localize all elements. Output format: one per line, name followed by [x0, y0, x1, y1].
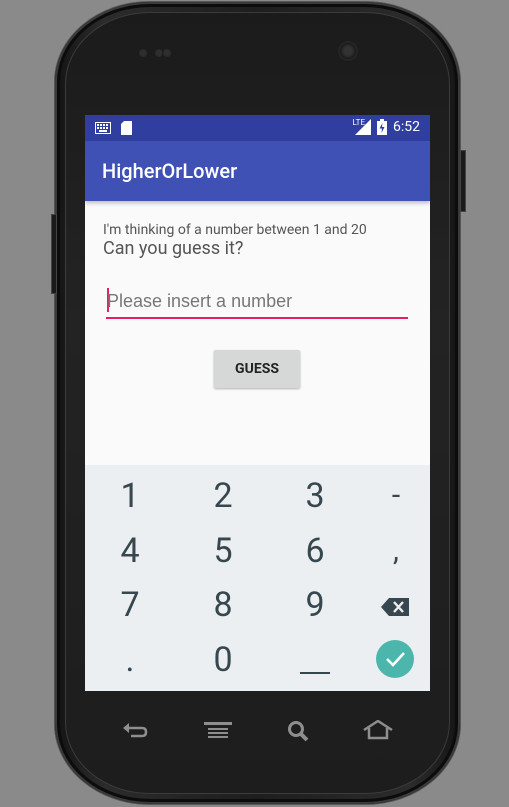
key-dot[interactable]: . [87, 633, 173, 687]
status-bar: LTE 6:52 [85, 115, 430, 141]
screen: LTE 6:52 HigherOrLower I'm thinking of a… [85, 115, 430, 691]
key-minus[interactable]: - [353, 469, 430, 523]
network-type: LTE [352, 117, 365, 127]
key-backspace[interactable] [353, 578, 430, 632]
key-4[interactable]: 4 [87, 524, 173, 578]
home-icon[interactable] [363, 720, 393, 740]
key-0[interactable]: 0 [180, 633, 266, 687]
key-9[interactable]: 9 [272, 578, 358, 632]
keyboard-icon [95, 122, 111, 134]
power-button [460, 150, 466, 212]
prompt-text: Can you guess it? [103, 238, 244, 259]
clock: 6:52 [393, 119, 420, 135]
space-bar-icon [300, 672, 330, 674]
key-5[interactable]: 5 [180, 524, 266, 578]
back-icon[interactable] [122, 720, 148, 740]
backspace-icon [381, 598, 409, 616]
key-8[interactable]: 8 [180, 578, 266, 632]
check-icon [386, 652, 405, 667]
numeric-keyboard: 1 2 3 - 4 5 6 , 7 8 9 . 0 [85, 465, 430, 691]
app-title: HigherOrLower [102, 159, 238, 183]
volume-button [51, 214, 57, 294]
sensor-dots [138, 46, 178, 58]
guess-button[interactable]: GUESS [214, 350, 300, 388]
instruction-text: I'm thinking of a number between 1 and 2… [103, 222, 367, 238]
key-3[interactable]: 3 [272, 469, 358, 523]
key-2[interactable]: 2 [180, 469, 266, 523]
menu-icon[interactable] [204, 720, 232, 740]
hardware-nav-bar [85, 705, 430, 755]
battery-icon [377, 119, 387, 135]
key-6[interactable]: 6 [272, 524, 358, 578]
key-space[interactable] [272, 633, 358, 687]
key-1[interactable]: 1 [87, 469, 173, 523]
number-input[interactable] [106, 287, 407, 315]
done-key[interactable] [376, 640, 414, 678]
key-7[interactable]: 7 [87, 578, 173, 632]
app-bar: HigherOrLower [85, 141, 430, 201]
front-camera [340, 43, 356, 59]
key-comma[interactable]: , [353, 524, 430, 578]
search-icon[interactable] [287, 720, 311, 742]
number-field-container [106, 287, 408, 319]
sd-card-icon [121, 121, 132, 135]
